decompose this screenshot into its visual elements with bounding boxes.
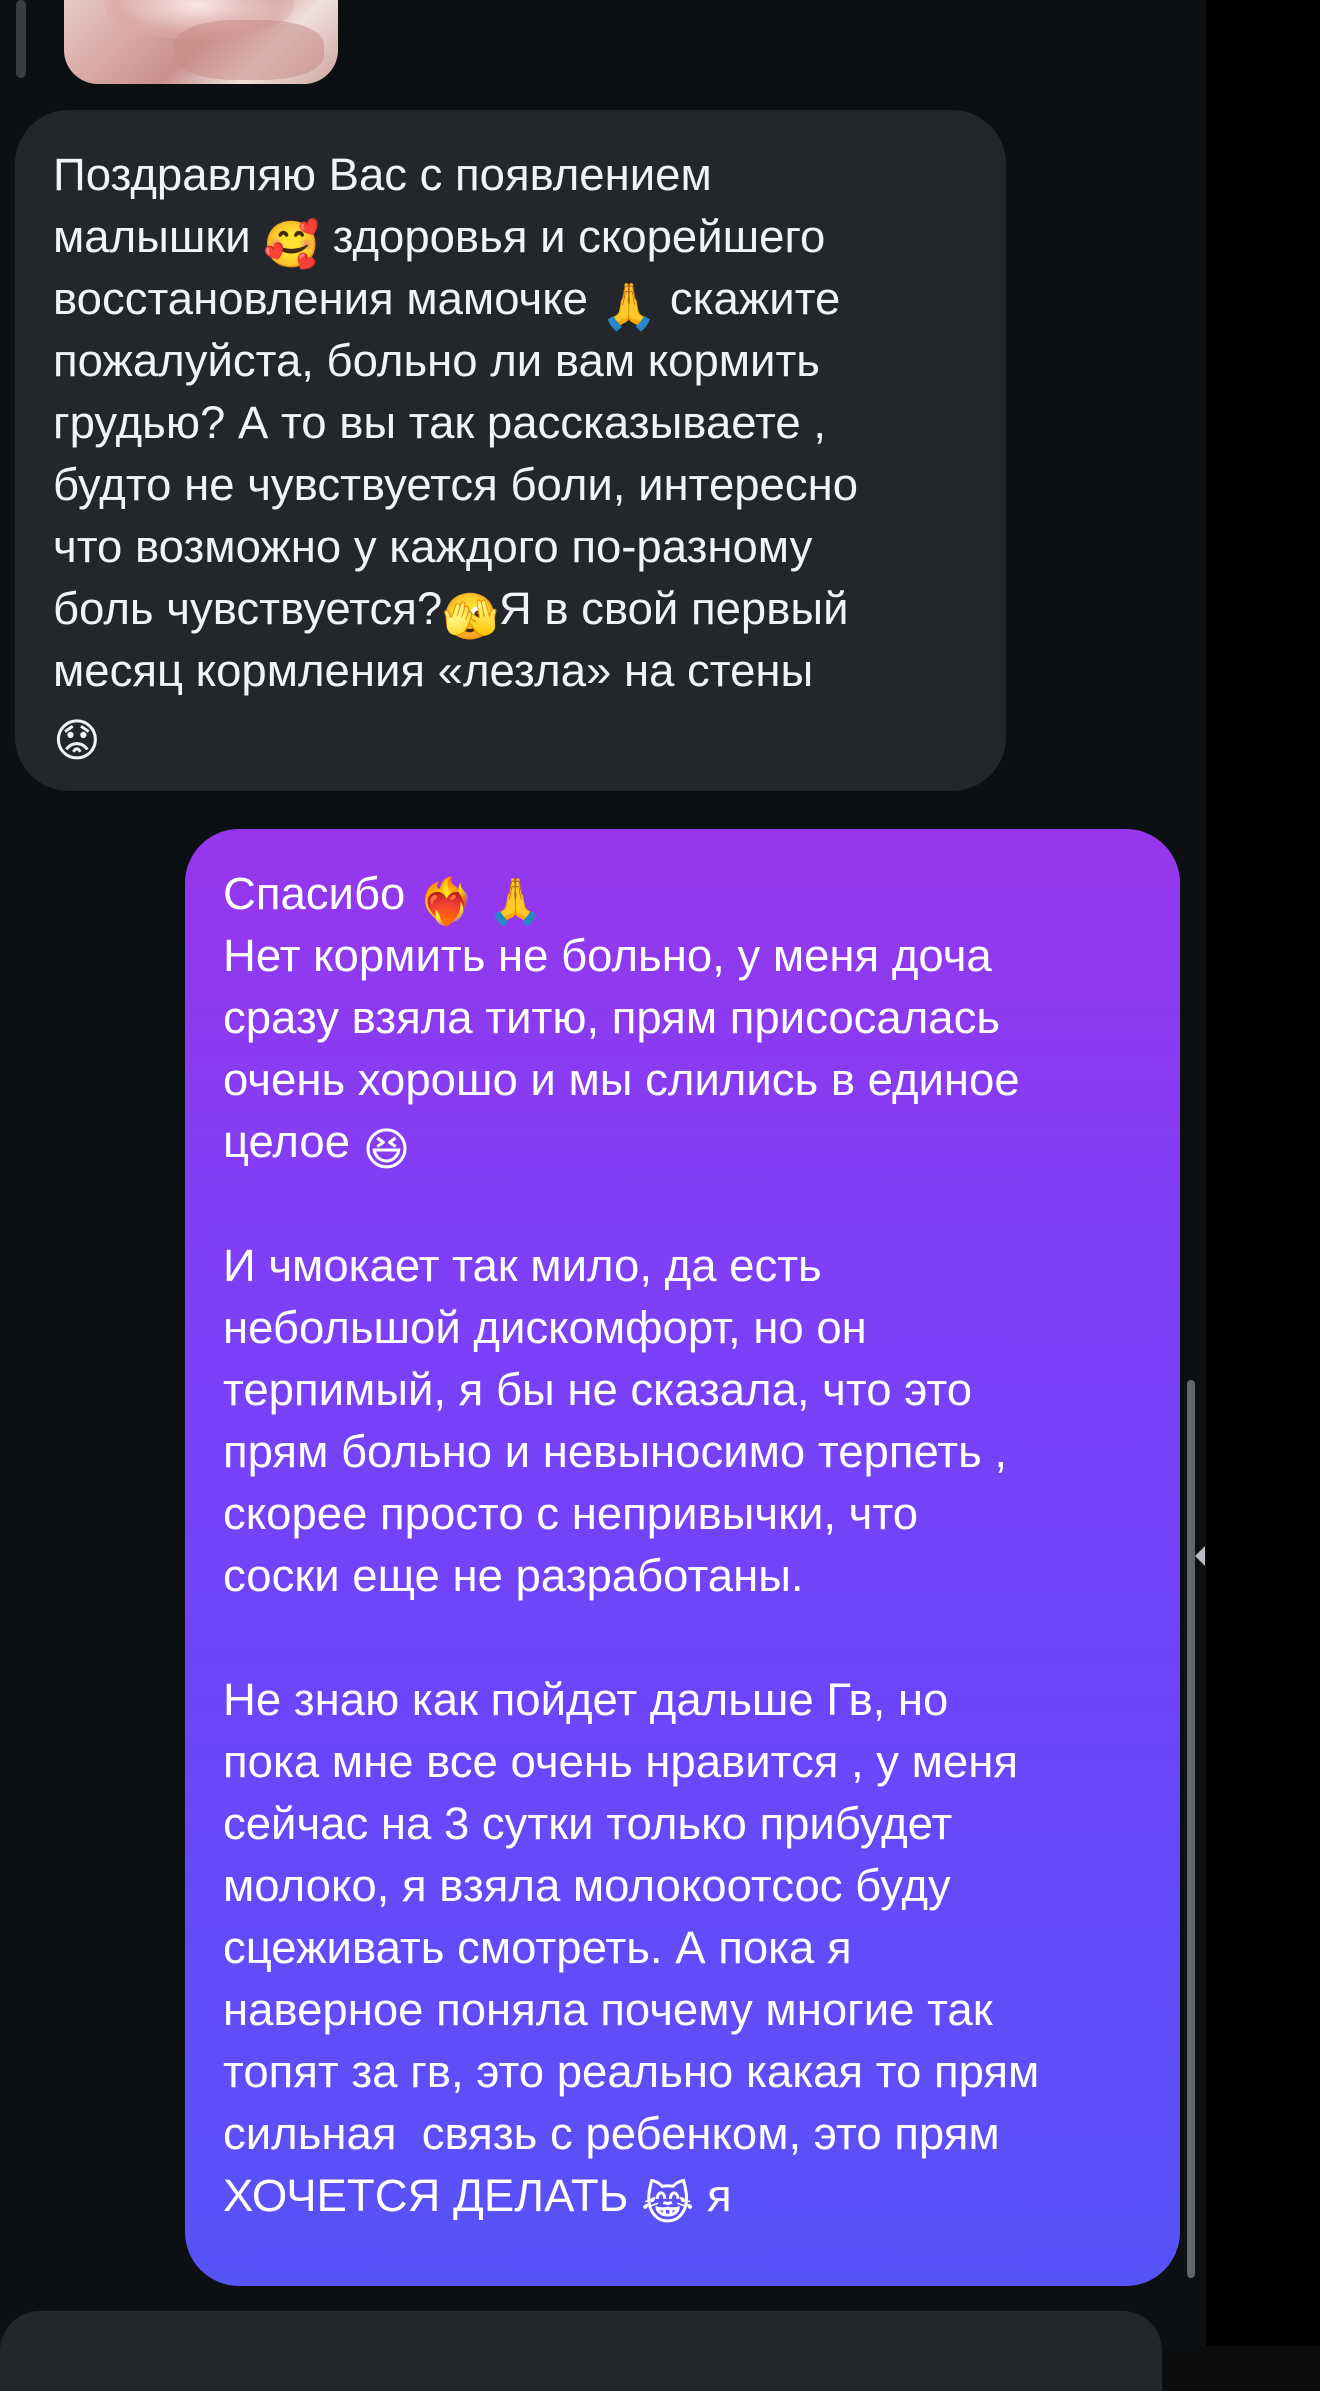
folded-hands-emoji: 🙏 (600, 281, 658, 332)
cat-with-tears-of-joy-emoji: 😹 (641, 2178, 695, 2229)
photo-attachment[interactable] (64, 0, 338, 84)
smiling-face-with-hearts-emoji: 🥰 (263, 219, 320, 270)
worried-face-emoji: 😟 (53, 715, 101, 766)
photo-detail (174, 20, 324, 80)
face-with-peeking-eye-emoji: 🫣 (442, 591, 499, 642)
incoming-message-bubble[interactable]: Поздравляю Вас с появлением малышки 🥰 зд… (15, 110, 1006, 791)
incoming-message-text: Поздравляю Вас с появлением малышки 🥰 зд… (53, 149, 859, 766)
top-scroll-indicator (16, 0, 26, 78)
folded-hands-emoji: 🙏 (487, 876, 544, 927)
outgoing-message-text: Спасибо ❤️‍🔥 🙏 Нет кормить не больно, у … (223, 868, 1040, 2229)
scrollbar-thumb[interactable] (1187, 1380, 1195, 2278)
heart-on-fire-emoji: ❤️‍🔥 (417, 876, 475, 927)
scroll-position-arrow-icon (1195, 1546, 1205, 1566)
message-composer-bar[interactable] (0, 2311, 1162, 2391)
outgoing-message-bubble[interactable]: Спасибо ❤️‍🔥 🙏 Нет кормить не больно, у … (185, 829, 1180, 2286)
right-edge-strip (1206, 0, 1320, 2346)
grinning-squinting-face-emoji: 😆 (362, 1124, 411, 1175)
